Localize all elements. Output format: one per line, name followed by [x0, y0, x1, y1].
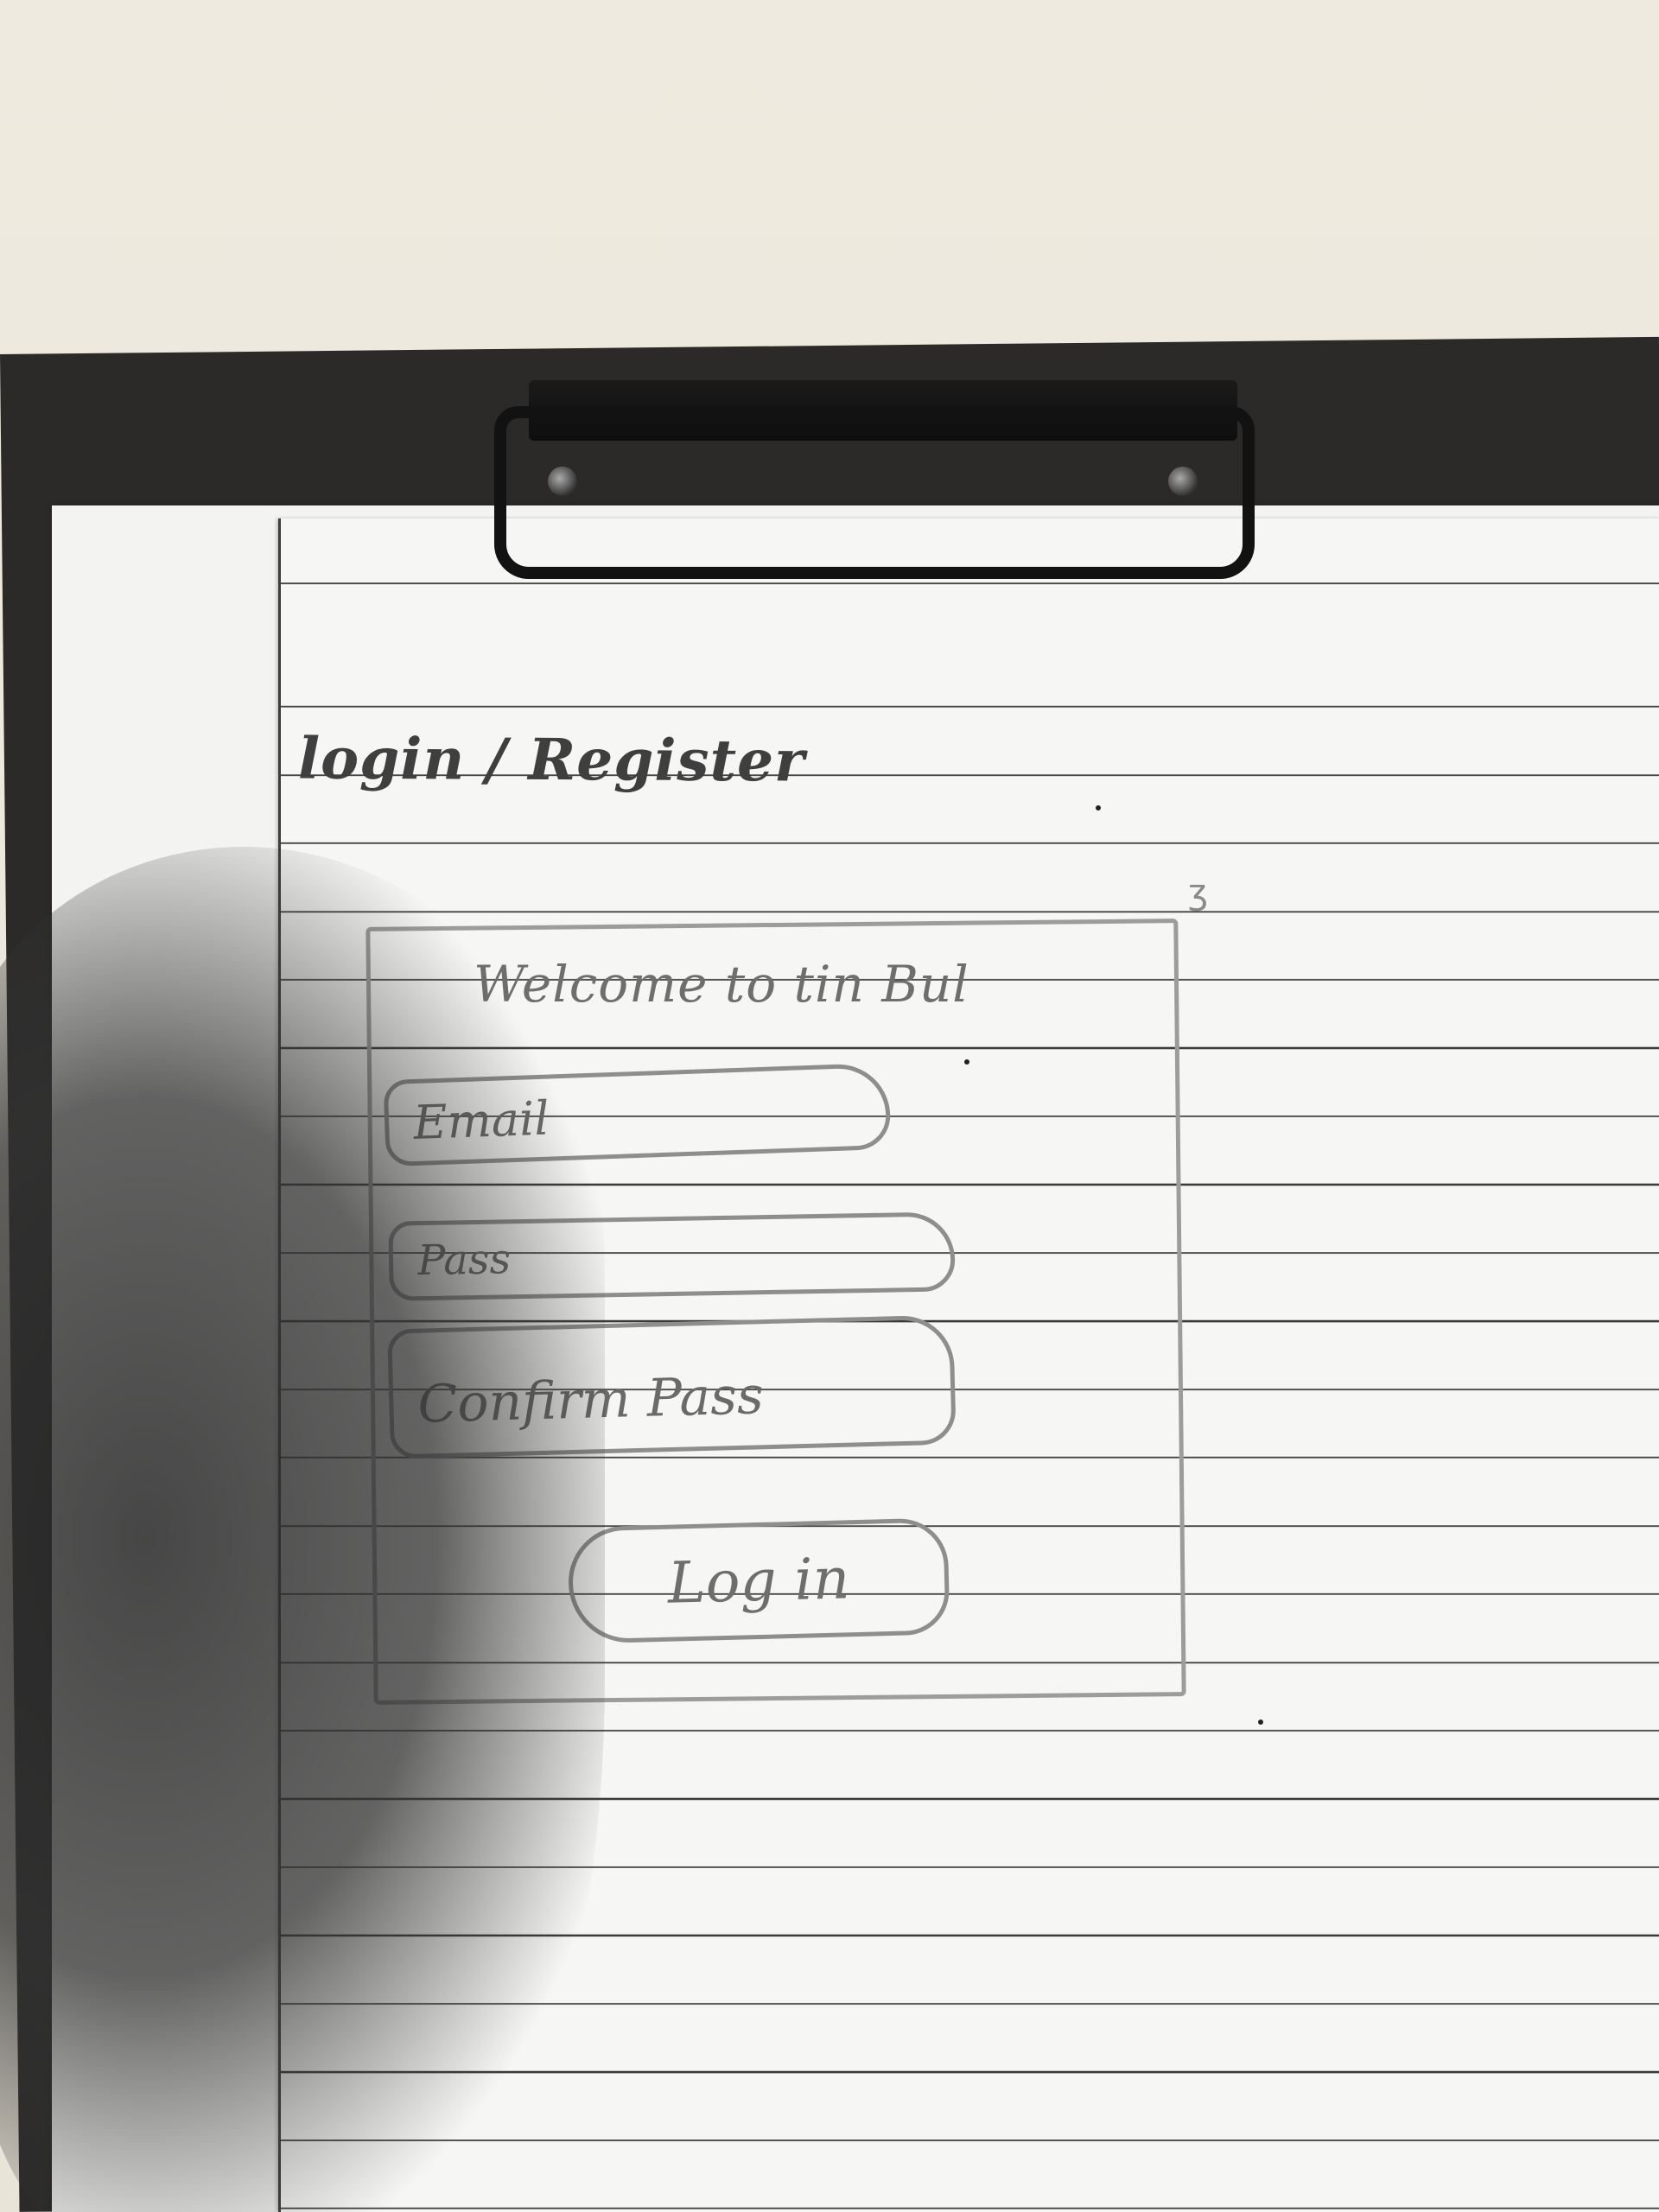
- password-field[interactable]: [388, 1211, 956, 1301]
- email-field[interactable]: [383, 1062, 892, 1167]
- clip-rivet-right: [1168, 467, 1198, 496]
- pencil-speck: [964, 1059, 969, 1065]
- pencil-speck: [1258, 1719, 1263, 1725]
- clip-rivet-left: [548, 467, 577, 496]
- clipboard-clip: [494, 380, 1263, 588]
- pencil-speck: [1096, 805, 1101, 810]
- welcome-heading: Welcome to tin Bul: [474, 955, 969, 1014]
- login-button[interactable]: Log in: [567, 1517, 950, 1644]
- photo-scene: login / Register Welcome to tin Bul Log …: [0, 0, 1659, 2212]
- page-title: login / Register: [297, 724, 806, 795]
- confirm-password-field[interactable]: [387, 1314, 957, 1459]
- pencil-squiggle: ʒ: [1188, 873, 1209, 912]
- clip-wire-loop: [494, 406, 1255, 579]
